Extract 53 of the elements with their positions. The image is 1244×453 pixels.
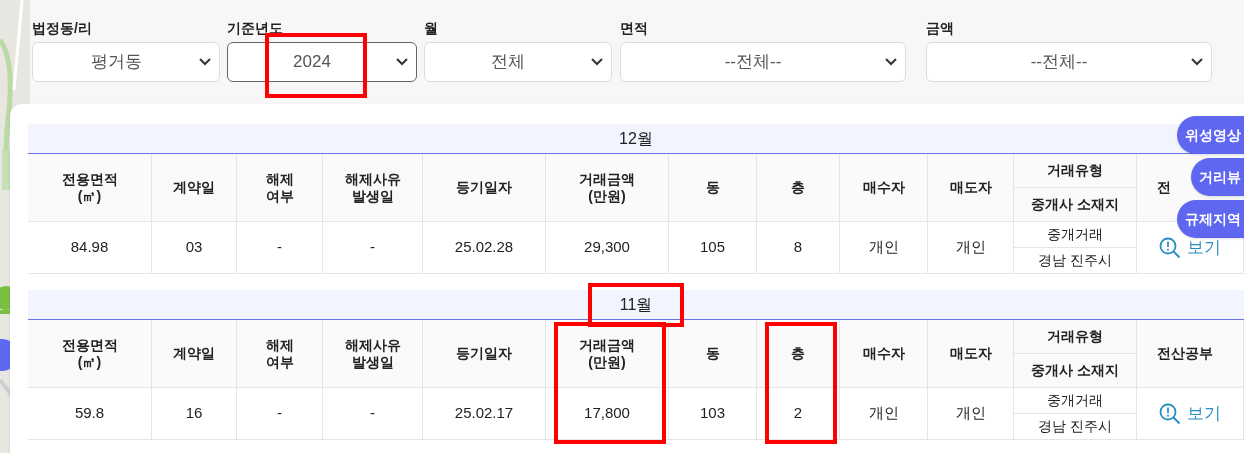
column-header: 거래유형 bbox=[1014, 154, 1136, 188]
select-value: 평거동 bbox=[90, 51, 142, 74]
column-header: 전용면적 (㎡) bbox=[28, 320, 151, 388]
map-toggle-button[interactable]: 규제지역 bbox=[1177, 200, 1244, 238]
filter-label: 면적 bbox=[620, 19, 649, 38]
filter-label: 금액 bbox=[926, 19, 955, 38]
filter-label: 월 bbox=[424, 19, 439, 38]
column-header: 거래유형 bbox=[1014, 320, 1136, 354]
column-header: 매수자 bbox=[840, 320, 927, 388]
month-title: 12월 bbox=[618, 128, 654, 149]
column-header: 계약일 bbox=[152, 320, 236, 388]
column-header: 전산공부 bbox=[1137, 320, 1243, 388]
column-header: 해제사유 발생일 bbox=[323, 320, 422, 388]
column-header: 동 bbox=[669, 320, 756, 388]
column-header: 등기일자 bbox=[423, 320, 545, 388]
select-value: --전체-- bbox=[724, 51, 782, 74]
search-icon bbox=[1159, 236, 1181, 259]
chevron-icon bbox=[591, 58, 603, 66]
column-header: 해제사유 발생일 bbox=[323, 154, 422, 222]
table-cell-text: 경남 진주시 bbox=[1037, 251, 1113, 270]
filter-label: 법정동/리 bbox=[32, 19, 93, 38]
column-header: 층 bbox=[757, 154, 839, 222]
table-cell-text: 경남 진주시 bbox=[1037, 417, 1113, 436]
select-value: 2024 bbox=[293, 51, 331, 74]
select-field[interactable]: --전체-- bbox=[620, 42, 906, 82]
column-header: 해제 여부 bbox=[237, 320, 322, 388]
column-header: 중개사 소재지 bbox=[1030, 361, 1120, 380]
chevron-icon bbox=[1191, 58, 1203, 66]
chevron-icon bbox=[885, 58, 897, 66]
table-cell: 중개거래 bbox=[1014, 388, 1136, 414]
select-value: 전체 bbox=[491, 51, 525, 74]
column-header: 거래금액 (만원) bbox=[546, 154, 668, 222]
view-link[interactable]: 보기 bbox=[1159, 400, 1221, 427]
column-header: 동 bbox=[669, 154, 756, 222]
column-header: 해제 여부 bbox=[237, 154, 322, 222]
column-header: 전용면적 (㎡) bbox=[28, 154, 151, 222]
select-field[interactable]: 평거동 bbox=[32, 42, 220, 82]
column-header: 계약일 bbox=[152, 154, 236, 222]
column-header: 매도자 bbox=[928, 154, 1013, 222]
select-field[interactable]: 2024 bbox=[227, 42, 417, 82]
select-field[interactable]: --전체-- bbox=[926, 42, 1212, 82]
search-icon bbox=[1159, 402, 1181, 425]
column-header: 매도자 bbox=[928, 320, 1013, 388]
map-toggle-button[interactable]: 거리뷰 bbox=[1191, 158, 1244, 196]
column-header: 매수자 bbox=[840, 154, 927, 222]
select-field[interactable]: 전체 bbox=[424, 42, 612, 82]
column-header: 중개사 소재지 bbox=[1030, 195, 1120, 214]
select-value: --전체-- bbox=[1030, 51, 1088, 74]
chevron-icon bbox=[396, 58, 408, 66]
chevron-icon bbox=[199, 58, 211, 66]
map-toggle-button[interactable]: 위성영상 bbox=[1177, 116, 1244, 154]
table-cell: 중개거래 bbox=[1014, 222, 1136, 248]
column-header: 등기일자 bbox=[423, 154, 545, 222]
